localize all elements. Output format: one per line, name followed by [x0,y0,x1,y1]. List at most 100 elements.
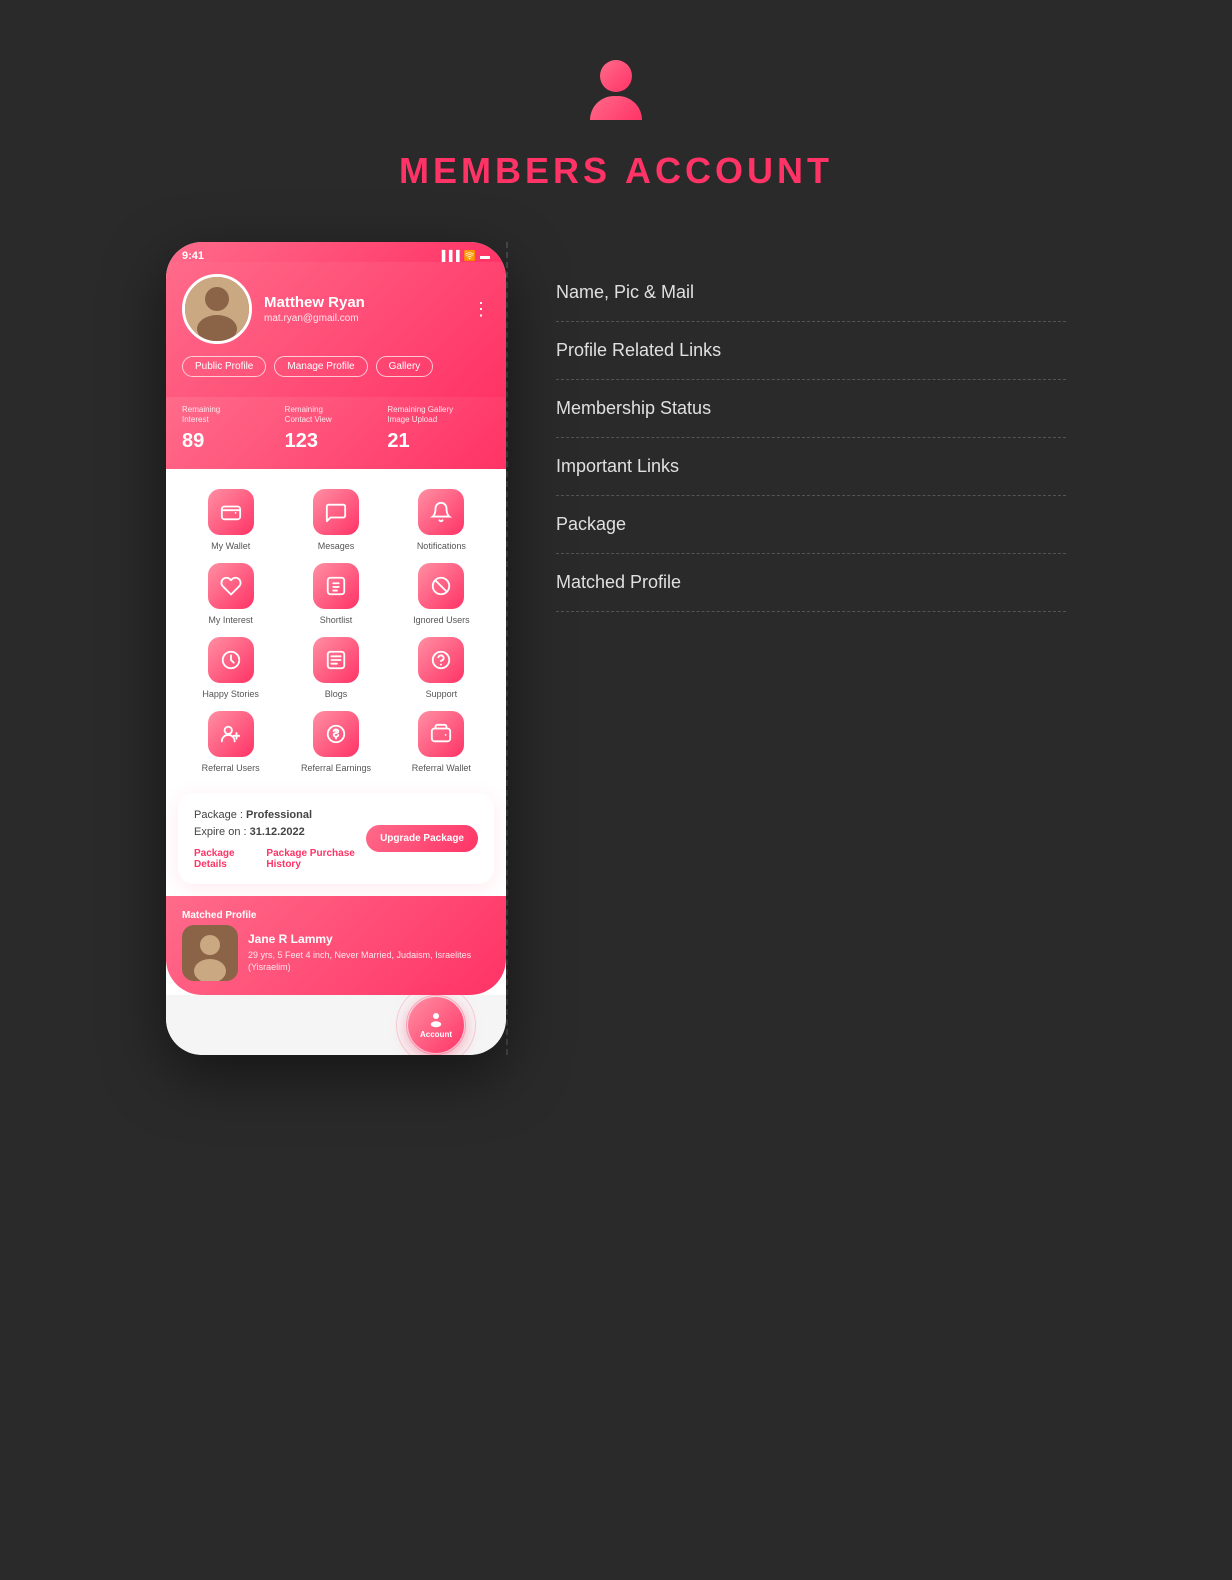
status-bar: 9:41 ▐▐▐ 🛜 ▬ [166,242,506,262]
main-content: 9:41 ▐▐▐ 🛜 ▬ [166,242,1066,1055]
wifi-icon: 🛜 [464,251,476,262]
matched-desc: 29 yrs, 5 Feet 4 inch, Never Married, Ju… [248,949,490,974]
messages-icon [313,489,359,535]
matched-profile-section: Matched Profile Jane R Lammy 29 yrs, 5 F… [166,896,506,995]
referral-earnings-icon [313,711,359,757]
menu-label-referral-users: Referral Users [202,763,260,773]
connector-line [506,242,508,1055]
upgrade-btn[interactable]: Upgrade Package [366,825,478,852]
package-info: Package : Professional Expire on : 31.12… [194,807,366,870]
label-text-3: Important Links [556,456,679,477]
gallery-btn[interactable]: Gallery [376,356,434,377]
package-expire: 31.12.2022 [250,826,305,838]
support-icon [418,637,464,683]
menu-item-blogs[interactable]: Blogs [287,637,384,699]
menu-dots[interactable]: ⋮ [472,299,490,320]
matched-section-label: Matched Profile [182,910,490,921]
phone-mockup: 9:41 ▐▐▐ 🛜 ▬ [166,242,506,1055]
label-name-pic-mail: Name, Pic & Mail [556,242,1066,322]
happy-stories-icon [208,637,254,683]
shortlist-icon [313,563,359,609]
label-important-links: Important Links [556,438,1066,496]
menu-item-notifications[interactable]: Notifications [393,489,490,551]
stat-contact: RemainingContact View 123 [285,405,388,453]
menu-label-wallet: My Wallet [211,541,250,551]
menu-item-ignored[interactable]: Ignored Users [393,563,490,625]
referral-users-icon [208,711,254,757]
stats-row: RemainingInterest 89 RemainingContact Vi… [166,397,506,469]
package-details: Package : Professional Expire on : 31.12… [194,807,366,842]
account-fab[interactable]: Account [408,997,464,1053]
wallet-icon [208,489,254,535]
account-fab-icon [427,1010,445,1028]
stat-gallery-label: Remaining GalleryImage Upload [387,405,490,426]
status-time: 9:41 [182,250,204,262]
avatar-image [185,277,249,341]
profile-top: Matthew Ryan mat.ryan@gmail.com ⋮ [182,274,490,344]
interest-icon [208,563,254,609]
menu-label-ignored: Ignored Users [413,615,470,625]
menu-item-support[interactable]: Support [393,637,490,699]
top-icon [581,60,651,130]
account-fab-label: Account [420,1030,452,1039]
avatar [182,274,252,344]
status-icons: ▐▐▐ 🛜 ▬ [438,251,490,262]
public-profile-btn[interactable]: Public Profile [182,356,266,377]
package-history-link[interactable]: Package Purchase History [266,848,366,870]
label-text-1: Profile Related Links [556,340,721,361]
notifications-icon [418,489,464,535]
label-matched-profile: Matched Profile [556,554,1066,612]
signal-icon: ▐▐▐ [438,251,459,262]
profile-header: Matthew Ryan mat.ryan@gmail.com ⋮ Public… [166,262,506,397]
matched-info: Jane R Lammy 29 yrs, 5 Feet 4 inch, Neve… [248,932,490,974]
menu-label-happy-stories: Happy Stories [202,689,259,699]
matched-name: Jane R Lammy [248,932,490,946]
menu-item-shortlist[interactable]: Shortlist [287,563,384,625]
package-details-link[interactable]: Package Details [194,848,254,870]
profile-info: Matthew Ryan mat.ryan@gmail.com [264,294,460,324]
menu-item-referral-earnings[interactable]: Referral Earnings [287,711,384,773]
profile-links: Public Profile Manage Profile Gallery [182,356,490,377]
stat-interest-value: 89 [182,430,285,453]
menu-label-shortlist: Shortlist [320,615,353,625]
label-text-5: Matched Profile [556,572,681,593]
label-text-4: Package [556,514,626,535]
referral-wallet-icon [418,711,464,757]
battery-icon: ▬ [480,251,490,262]
bottom-nav: Account [166,995,506,1055]
matched-content: Matched Profile Jane R Lammy 29 yrs, 5 F… [182,910,490,981]
label-text-0: Name, Pic & Mail [556,282,694,303]
menu-item-referral-users[interactable]: Referral Users [182,711,279,773]
menu-label-blogs: Blogs [325,689,348,699]
menu-item-interest[interactable]: My Interest [182,563,279,625]
menu-item-happy-stories[interactable]: Happy Stories [182,637,279,699]
stat-gallery: Remaining GalleryImage Upload 21 [387,405,490,453]
menu-label-messages: Mesages [318,541,355,551]
right-labels: Name, Pic & Mail Profile Related Links M… [506,242,1066,612]
stat-interest: RemainingInterest 89 [182,405,285,453]
profile-name: Matthew Ryan [264,294,460,311]
package-type: Professional [246,809,312,821]
menu-label-interest: My Interest [208,615,253,625]
menu-label-referral-wallet: Referral Wallet [412,763,471,773]
menu-item-referral-wallet[interactable]: Referral Wallet [393,711,490,773]
matched-avatar [182,925,238,981]
stat-interest-label: RemainingInterest [182,405,285,426]
page-title: MEMBERS ACCOUNT [399,150,833,192]
package-section: Package : Professional Expire on : 31.12… [178,793,494,884]
package-links: Package Details Package Purchase History [194,848,366,870]
profile-email: mat.ryan@gmail.com [264,313,460,324]
menu-item-wallet[interactable]: My Wallet [182,489,279,551]
menu-item-messages[interactable]: Mesages [287,489,384,551]
stat-contact-label: RemainingContact View [285,405,388,426]
fab-area: Account [396,985,476,1055]
menu-grid-section: My Wallet Mesages Notifications [166,469,506,793]
label-package: Package [556,496,1066,554]
label-profile-related: Profile Related Links [556,322,1066,380]
menu-grid: My Wallet Mesages Notifications [182,489,490,773]
manage-profile-btn[interactable]: Manage Profile [274,356,367,377]
ignored-icon [418,563,464,609]
stat-contact-value: 123 [285,430,388,453]
menu-label-notifications: Notifications [417,541,466,551]
blogs-icon [313,637,359,683]
